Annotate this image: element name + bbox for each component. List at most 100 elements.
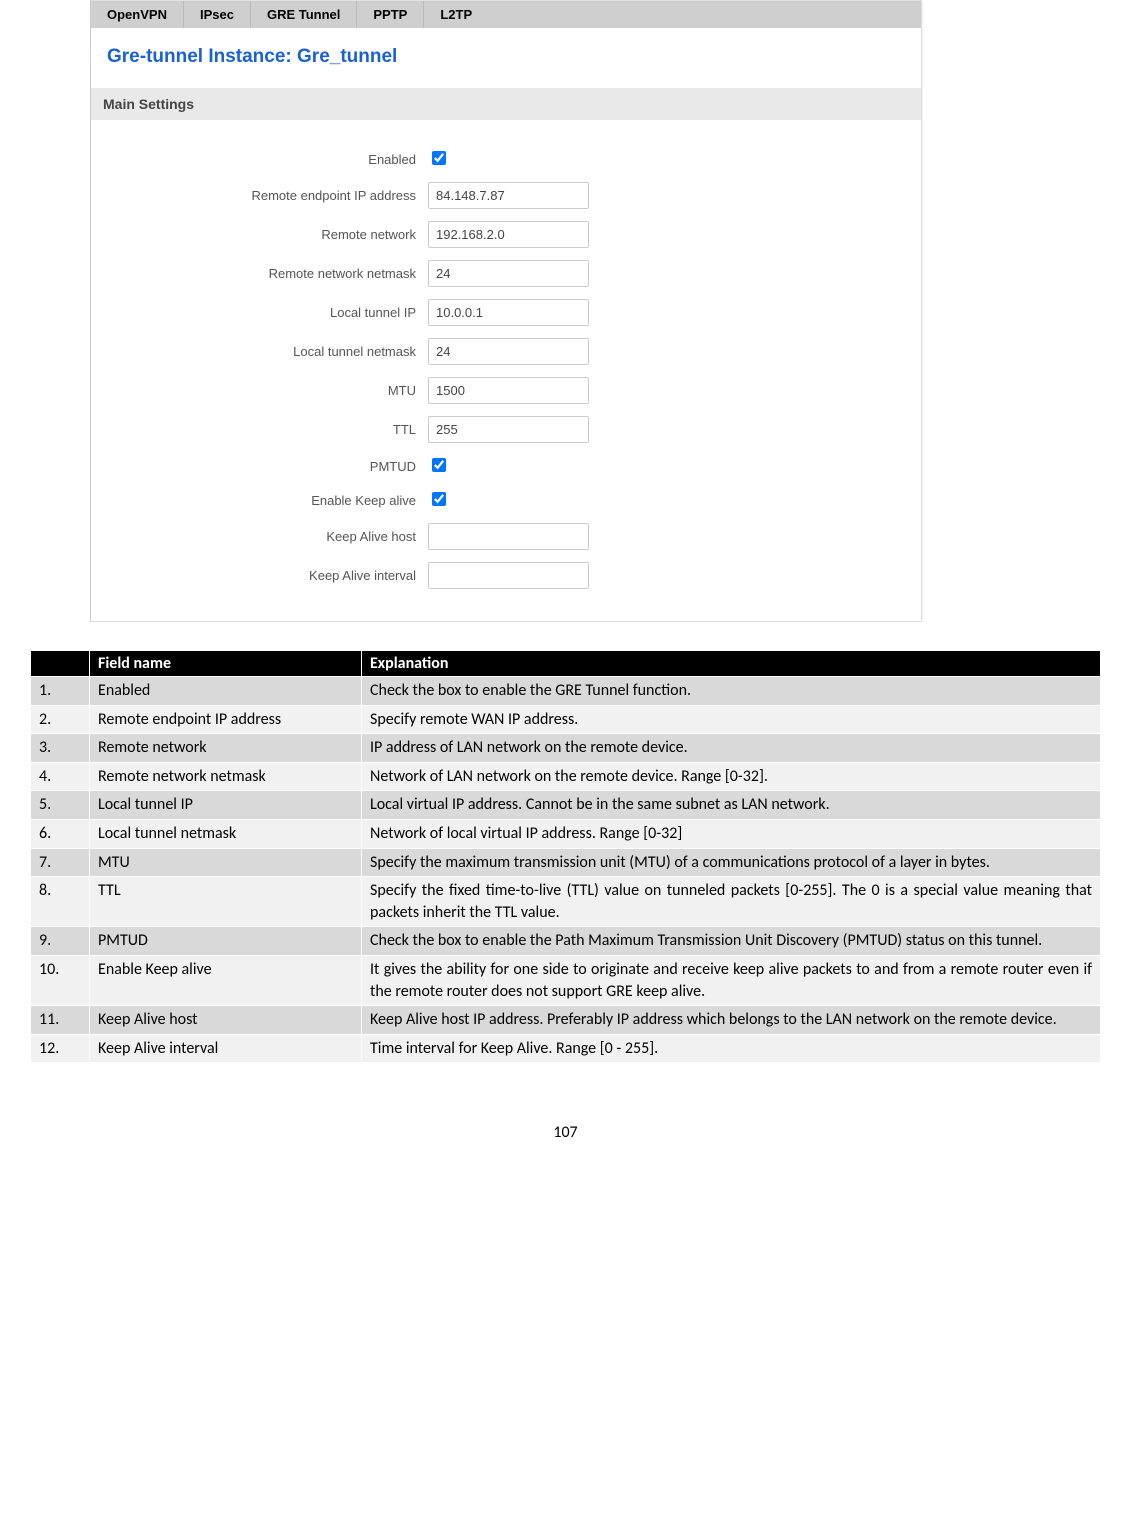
field-label: Local tunnel IP [91, 305, 428, 320]
row-number: 4. [31, 762, 90, 791]
form-row: Remote network [91, 221, 921, 248]
table-header-field: Field name [90, 651, 362, 677]
field-control [428, 338, 589, 365]
row-explanation: Check the box to enable the Path Maximum… [362, 927, 1101, 956]
row-explanation: Specify the maximum transmission unit (M… [362, 848, 1101, 877]
table-row: 8.TTLSpecify the fixed time-to-live (TTL… [31, 877, 1101, 927]
field-control [428, 489, 449, 511]
field-control [428, 377, 589, 404]
field-label: MTU [91, 383, 428, 398]
row-explanation: Local virtual IP address. Cannot be in t… [362, 791, 1101, 820]
text-input[interactable] [428, 562, 589, 589]
field-label: Remote network netmask [91, 266, 428, 281]
field-control [428, 523, 589, 550]
field-control [428, 182, 589, 209]
field-explanation-table: Field name Explanation 1.EnabledCheck th… [30, 650, 1101, 1063]
field-control [428, 221, 589, 248]
row-number: 10. [31, 955, 90, 1005]
row-field-name: Local tunnel netmask [90, 819, 362, 848]
table-header-num [31, 651, 90, 677]
text-input[interactable] [428, 260, 589, 287]
row-field-name: Local tunnel IP [90, 791, 362, 820]
row-explanation: Network of local virtual IP address. Ran… [362, 819, 1101, 848]
field-control [428, 299, 589, 326]
table-header-explanation: Explanation [362, 651, 1101, 677]
row-field-name: MTU [90, 848, 362, 877]
row-field-name: Remote network netmask [90, 762, 362, 791]
table-row: 5.Local tunnel IPLocal virtual IP addres… [31, 791, 1101, 820]
table-row: 10.Enable Keep aliveIt gives the ability… [31, 955, 1101, 1005]
form-row: TTL [91, 416, 921, 443]
row-explanation: Time interval for Keep Alive. Range [0 -… [362, 1034, 1101, 1063]
table-row: 11.Keep Alive hostKeep Alive host IP add… [31, 1006, 1101, 1035]
row-number: 8. [31, 877, 90, 927]
row-number: 6. [31, 819, 90, 848]
vpn-tabs: OpenVPN IPsec GRE Tunnel PPTP L2TP [91, 0, 921, 28]
row-explanation: Specify remote WAN IP address. [362, 705, 1101, 734]
text-input[interactable] [428, 182, 589, 209]
table-row: 2.Remote endpoint IP addressSpecify remo… [31, 705, 1101, 734]
row-number: 11. [31, 1006, 90, 1035]
text-input[interactable] [428, 338, 589, 365]
checkbox-input[interactable] [432, 458, 446, 472]
form-row: Enable Keep alive [91, 489, 921, 511]
row-field-name: Remote endpoint IP address [90, 705, 362, 734]
text-input[interactable] [428, 299, 589, 326]
tab-openvpn[interactable]: OpenVPN [91, 1, 184, 28]
row-field-name: Keep Alive interval [90, 1034, 362, 1063]
table-row: 6.Local tunnel netmaskNetwork of local v… [31, 819, 1101, 848]
page-number: 107 [30, 1123, 1101, 1142]
row-field-name: Enabled [90, 677, 362, 706]
row-number: 2. [31, 705, 90, 734]
row-explanation: Check the box to enable the GRE Tunnel f… [362, 677, 1101, 706]
form-row: Keep Alive host [91, 523, 921, 550]
tab-pptp[interactable]: PPTP [357, 1, 424, 28]
row-explanation: Keep Alive host IP address. Preferably I… [362, 1006, 1101, 1035]
field-label: Enable Keep alive [91, 493, 428, 508]
row-number: 12. [31, 1034, 90, 1063]
text-input[interactable] [428, 221, 589, 248]
row-number: 3. [31, 734, 90, 763]
row-explanation: Network of LAN network on the remote dev… [362, 762, 1101, 791]
form-row: Local tunnel IP [91, 299, 921, 326]
tab-ipsec[interactable]: IPsec [184, 1, 251, 28]
row-field-name: TTL [90, 877, 362, 927]
tab-l2tp[interactable]: L2TP [424, 1, 488, 28]
row-field-name: Remote network [90, 734, 362, 763]
field-label: Enabled [91, 152, 428, 167]
row-field-name: Enable Keep alive [90, 955, 362, 1005]
field-label: Remote endpoint IP address [91, 188, 428, 203]
field-control [428, 455, 449, 477]
table-row: 1.EnabledCheck the box to enable the GRE… [31, 677, 1101, 706]
table-row: 4.Remote network netmaskNetwork of LAN n… [31, 762, 1101, 791]
text-input[interactable] [428, 416, 589, 443]
text-input[interactable] [428, 377, 589, 404]
table-row: 7.MTUSpecify the maximum transmission un… [31, 848, 1101, 877]
form-row: Local tunnel netmask [91, 338, 921, 365]
row-explanation: IP address of LAN network on the remote … [362, 734, 1101, 763]
table-row: 9.PMTUDCheck the box to enable the Path … [31, 927, 1101, 956]
form-row: Keep Alive interval [91, 562, 921, 589]
field-label: PMTUD [91, 459, 428, 474]
field-label: Local tunnel netmask [91, 344, 428, 359]
row-number: 5. [31, 791, 90, 820]
field-label: TTL [91, 422, 428, 437]
table-row: 3.Remote networkIP address of LAN networ… [31, 734, 1101, 763]
form-row: Remote network netmask [91, 260, 921, 287]
tab-gre-tunnel[interactable]: GRE Tunnel [251, 1, 357, 28]
text-input[interactable] [428, 523, 589, 550]
field-label: Remote network [91, 227, 428, 242]
table-row: 12.Keep Alive intervalTime interval for … [31, 1034, 1101, 1063]
row-number: 1. [31, 677, 90, 706]
checkbox-input[interactable] [432, 492, 446, 506]
form-row: PMTUD [91, 455, 921, 477]
checkbox-input[interactable] [432, 151, 446, 165]
row-field-name: PMTUD [90, 927, 362, 956]
page-title: Gre-tunnel Instance: Gre_tunnel [107, 46, 905, 68]
row-number: 9. [31, 927, 90, 956]
row-explanation: It gives the ability for one side to ori… [362, 955, 1101, 1005]
field-label: Keep Alive interval [91, 568, 428, 583]
router-config-screenshot: OpenVPN IPsec GRE Tunnel PPTP L2TP Gre-t… [90, 0, 922, 622]
field-control [428, 260, 589, 287]
form-row: MTU [91, 377, 921, 404]
